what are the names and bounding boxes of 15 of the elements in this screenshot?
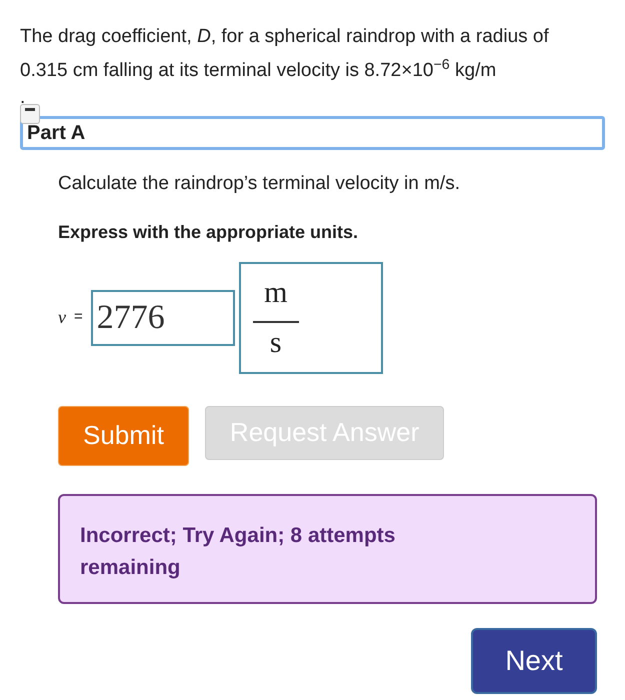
problem-text: The drag coefficient, D, for a spherical raindrop with a radius of 0.315 cm falling at its terminal velocity is 8.72×10$^{−6}$ kg/m: [20, 25, 550, 83]
instruction-text: Express with the appropriate units.: [58, 220, 360, 244]
minus-icon: [25, 108, 35, 111]
answer-field[interactable]: 2776: [90, 290, 235, 346]
unit-denominator: s: [268, 324, 283, 360]
equals-sign: =: [74, 307, 83, 328]
feedback-text: Incorrect; Try Again; 8 attempts remaining: [80, 522, 396, 580]
part-header[interactable]: Part A: [20, 116, 605, 150]
problem-period: .: [20, 88, 26, 108]
next-button[interactable]: Next: [471, 628, 597, 694]
variable-label: v: [58, 306, 66, 329]
unit-numerator: m: [252, 272, 299, 322]
units-field[interactable]: m s: [238, 262, 383, 374]
collapse-toggle[interactable]: [20, 104, 40, 124]
question-text: Calculate the raindrop’s terminal velocity in m/s.: [58, 172, 461, 196]
